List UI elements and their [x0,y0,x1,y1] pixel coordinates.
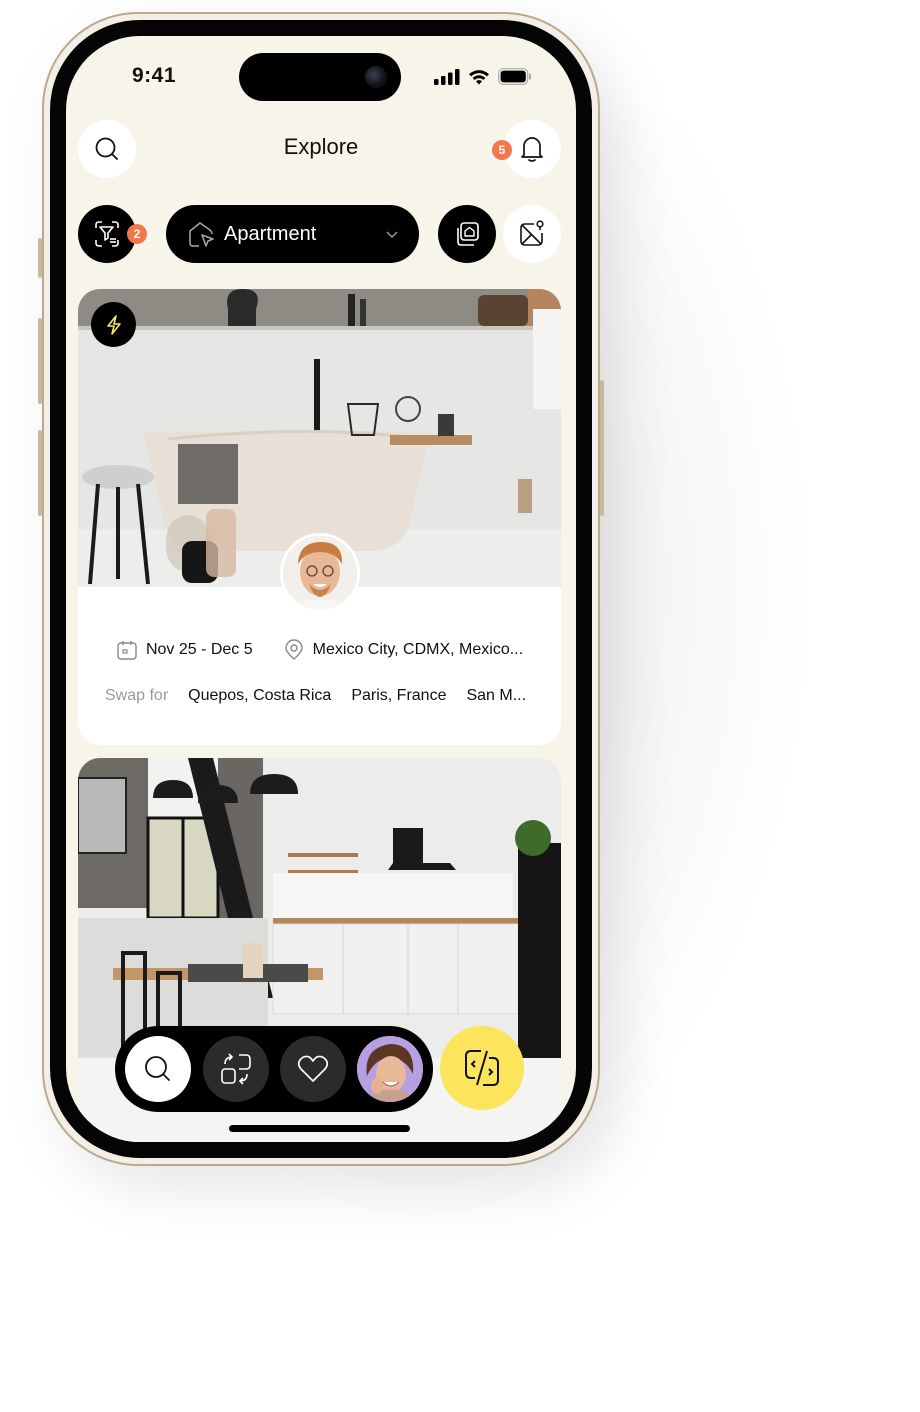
notification-badge: 5 [492,140,512,160]
swap-destination[interactable]: Paris, France [351,687,446,705]
nav-profile-avatar[interactable] [357,1036,423,1102]
action-button [38,238,42,278]
map-pin-icon [520,220,544,246]
swap-action-button[interactable] [440,1026,524,1110]
swap-destinations: Swap for Quepos, Costa Rica Paris, Franc… [105,687,526,705]
listing-dates-text: Nov 25 - Dec 5 [145,641,253,658]
volume-up-button [38,318,42,404]
host-avatar-image [283,536,357,610]
nav-favorites[interactable] [280,1036,346,1102]
instant-book-badge [91,302,136,347]
listing-meta: Nov 25 - Dec 5 Mexico City, CDMX, Mexico… [78,639,561,661]
battery-icon [498,68,531,85]
dynamic-island [239,53,401,101]
filter-count-badge: 2 [127,224,147,244]
swap-destination[interactable]: Quepos, Costa Rica [188,687,331,705]
home-cursor-icon [189,222,214,247]
listing-location: Mexico City, CDMX, Mexico... [283,639,523,661]
nav-swaps[interactable] [203,1036,269,1102]
location-pin-icon [284,639,303,660]
status-time: 9:41 [132,64,177,87]
app-screen: 9:41 Explore 5 2 Apartment Nov 25 - Dec … [66,36,576,1142]
category-select-value: Apartment [224,222,317,245]
nav-explore[interactable] [125,1036,191,1102]
calendar-icon [117,641,137,660]
swap-destination[interactable]: San M... [466,687,526,705]
bottom-nav [115,1026,433,1112]
volume-down-button [38,430,42,516]
search-icon [145,1056,170,1081]
gallery-view-icon [457,222,479,246]
cellular-signal-icon [434,68,460,85]
lightning-icon [106,314,121,335]
map-view-button[interactable] [503,205,561,263]
status-icons [434,68,532,85]
listing-card[interactable]: Nov 25 - Dec 5 Mexico City, CDMX, Mexico… [78,289,561,745]
listing-dates: Nov 25 - Dec 5 [116,639,253,661]
listing-location-text: Mexico City, CDMX, Mexico... [312,641,524,658]
camera-icon [365,66,387,88]
swap-for-label: Swap for [105,687,169,704]
profile-avatar-image [357,1036,423,1102]
wifi-icon [469,69,489,84]
power-button [600,380,604,516]
bell-icon [521,137,543,162]
swap-squares-icon [221,1053,251,1085]
chevron-down-icon [386,231,398,239]
swap-code-icon [465,1050,499,1086]
category-select[interactable]: Apartment [166,205,419,263]
home-indicator[interactable] [229,1125,410,1132]
host-avatar[interactable] [280,533,360,613]
gallery-view-button[interactable] [438,205,496,263]
heart-icon [297,1055,329,1082]
filter-icon [95,221,119,247]
